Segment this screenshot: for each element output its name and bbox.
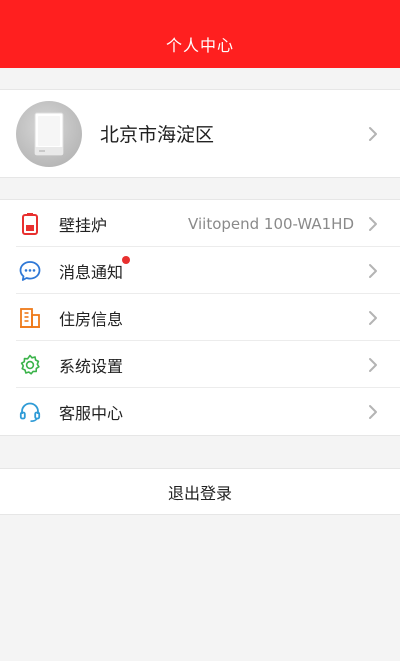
profile-location: 北京市海淀区	[100, 124, 215, 146]
menu-item-label: 客服中心	[59, 403, 124, 423]
chevron-right-icon	[360, 305, 386, 331]
profile-card[interactable]: 北京市海淀区	[0, 89, 400, 178]
logout-label: 退出登录	[167, 483, 232, 503]
logout-button[interactable]: 退出登录	[0, 468, 400, 515]
chevron-right-icon	[360, 121, 386, 147]
app-header: 个人中心	[0, 0, 400, 68]
menu-item-messages[interactable]: 消息通知	[0, 247, 400, 294]
chevron-right-icon	[360, 211, 386, 237]
page-title: 个人中心	[165, 36, 234, 55]
menu-item-settings[interactable]: 系统设置	[0, 341, 400, 388]
chevron-right-icon	[360, 399, 386, 425]
chevron-right-icon	[360, 352, 386, 378]
menu-item-label: 壁挂炉	[59, 215, 108, 235]
boiler-device-icon	[34, 112, 64, 155]
menu-item-label: 住房信息	[59, 309, 124, 329]
message-icon	[17, 258, 43, 284]
boiler-icon	[17, 211, 43, 237]
menu-item-boiler[interactable]: 壁挂炉 Viitopend 100-WA1HD	[0, 200, 400, 247]
notification-badge	[122, 255, 131, 264]
menu-item-label: 消息通知	[59, 255, 131, 283]
menu-item-label: 系统设置	[59, 356, 124, 376]
headset-icon	[17, 399, 43, 425]
avatar	[16, 100, 82, 167]
gear-icon	[17, 352, 43, 378]
settings-menu: 壁挂炉 Viitopend 100-WA1HD 消息通知 住房信息 系统设置 客…	[0, 199, 400, 436]
menu-item-customer-service[interactable]: 客服中心	[0, 388, 400, 435]
chevron-right-icon	[360, 258, 386, 284]
boiler-model: Viitopend 100-WA1HD	[188, 214, 354, 233]
building-icon	[17, 305, 43, 331]
menu-item-housing[interactable]: 住房信息	[0, 294, 400, 341]
